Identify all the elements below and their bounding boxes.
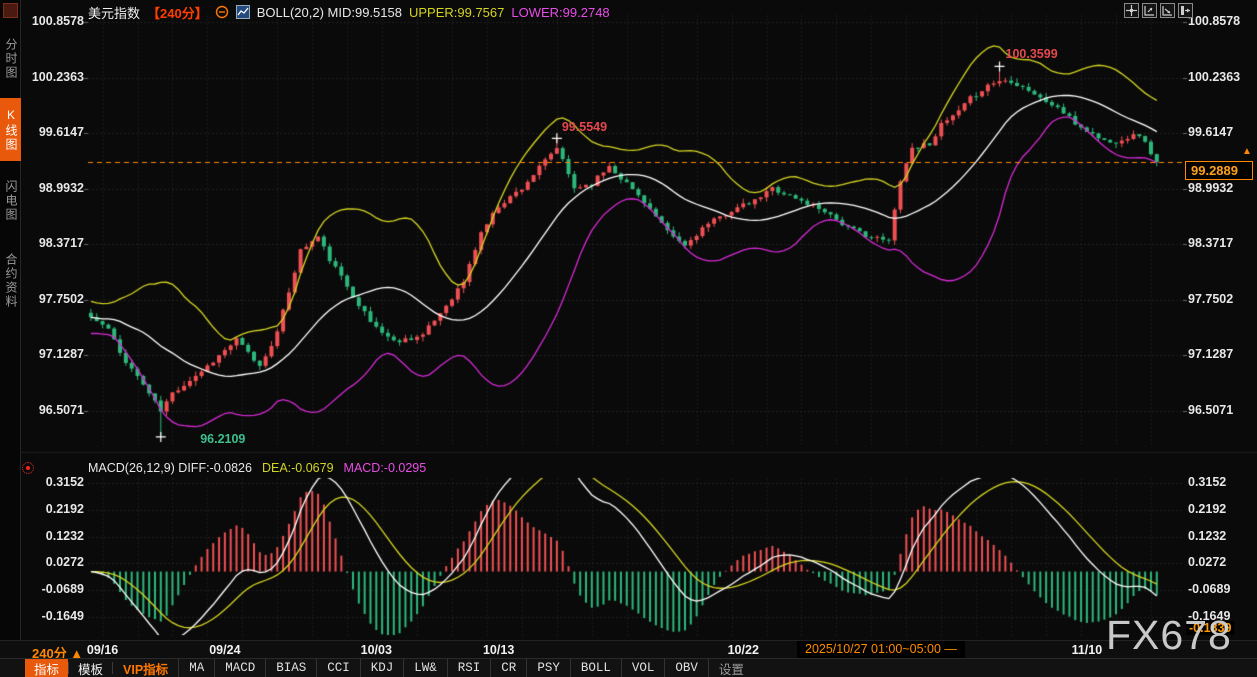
chart-window-controls [1124,3,1193,18]
current-price-box: 99.2889 [1185,161,1253,180]
toolbar-indicator-boll[interactable]: BOLL [571,659,622,677]
price-tick-left: 100.2363 [31,69,84,84]
boll-mid-value: BOLL(20,2) MID:99.5158 [256,4,402,20]
date-tick: 09/24 [209,643,241,657]
macd-macd-value: MACD:-0.0295 [343,461,427,475]
time-axis: 240分 ▲ 09/16 09/24 10/03 10/13 10/22 11/10 20… [0,640,1257,661]
toolbar-indicator-kdj[interactable]: KDJ [361,659,405,677]
toolbar-indicator-ma[interactable]: MA [179,659,216,677]
price-marker-arrow-icon: ▲ [1242,146,1252,157]
price-tick-right: 100.8578 [1188,14,1241,28]
symbol-title: 美元指数 [88,5,141,21]
price-tick-left: 97.7502 [38,291,84,306]
macd-tick-right: -0.0689 [1188,582,1231,596]
price-tick-right: 96.5071 [1188,402,1234,417]
toolbar-indicator-obv[interactable]: OBV [665,659,709,677]
period-label: 【240分】 [147,5,208,21]
price-tick-left: 96.5071 [38,402,84,417]
swing-low-label: 96.2109 [200,432,246,446]
price-tick-left: 100.8578 [31,14,84,28]
toolbar-indicator-bias[interactable]: BIAS [266,659,318,677]
crosshair-icon[interactable] [1124,3,1139,18]
toolbar-tab-templates[interactable]: 模板 [69,659,112,677]
price-tick-right: 97.1287 [1188,347,1234,361]
macd-tick-left: 0.0272 [45,555,84,570]
macd-tick-left: 0.1232 [45,528,84,543]
zoom-out-axis-icon[interactable] [1160,3,1175,18]
price-tick-left: 99.6147 [38,125,84,139]
price-tick-left: 97.1287 [38,347,84,361]
sidebar-tab-1[interactable]: 分时图 [0,27,21,90]
swing-high-label: 99.5549 [561,120,608,134]
macd-tick-left: -0.0689 [41,582,84,596]
date-tick: 09/16 [86,643,119,657]
toolbar-indicator-cr[interactable]: CR [491,659,528,677]
toolbar-indicator-vol[interactable]: VOL [622,659,666,677]
macd-pane-settings-icon[interactable] [22,462,34,474]
toolbar-indicator-psy[interactable]: PSY [527,659,571,677]
price-tick-left: 98.9932 [38,180,84,195]
macd-tick-right: 0.0272 [1188,555,1227,570]
date-tick: 10/13 [482,643,515,657]
collapse-pane-icon[interactable] [215,5,229,19]
kline-macd-canvas[interactable] [0,0,1257,677]
selected-candle-time-box: 2025/10/27 01:00~05:00 — [797,641,965,659]
mini-chart-icon[interactable] [235,5,250,19]
boll-upper-value: UPPER:99.7567 [408,4,505,20]
price-tick-right: 98.9932 [1188,180,1234,195]
chart-application: 分时图 K线图闪电图合约资料 美元指数 【240分】 BOLL(20,2) MID… [0,0,1257,677]
fx678-watermark: FX678 [1106,612,1232,658]
boll-lower-value: LOWER:99.2748 [511,4,610,20]
date-tick: 10/22 [727,643,759,657]
price-tick-right: 97.7502 [1188,291,1234,306]
macd-tick-right: 0.3152 [1188,475,1227,489]
macd-tick-left: 0.2192 [45,501,84,516]
toolbar-indicator-rsi[interactable]: RSI [448,659,492,677]
price-tick-right: 99.6147 [1188,125,1234,139]
sidebar: 分时图 K线图闪电图合约资料 [0,0,21,640]
macd-tick-left: 0.3152 [45,475,84,489]
toolbar-indicator-lw[interactable]: LW& [404,659,448,677]
macd-diff-value: MACD(26,12,9) DIFF:-0.0826 [88,461,252,475]
indicator-toolbar: 指标 模板 VIP指标 MA MACD BIAS CCI KDJ LW& RSI CR PSY BOLL… [0,658,1257,677]
date-tick: 10/03 [360,643,392,657]
side-panel-icon[interactable] [1178,3,1193,18]
toolbar-tab-indicators[interactable]: 指标 [25,659,69,677]
app-logo-icon [3,3,18,18]
macd-tick-left: -0.1649 [41,608,84,623]
chart-header: 美元指数 【240分】 BOLL(20,2) MID:99.5158 UPPER… [88,3,610,21]
toolbar-settings[interactable]: 设置 [709,659,754,677]
sidebar-tab-4[interactable]: 合约资料 [0,240,21,322]
toolbar-indicator-cci[interactable]: CCI [317,659,361,677]
toolbar-indicator-macd[interactable]: MACD [215,659,267,677]
date-tick: 11/10 [1071,643,1103,657]
macd-dea-value: DEA:-0.0679 [261,461,334,475]
toolbar-vip-indicators[interactable]: VIP指标 [113,659,180,677]
zoom-in-axis-icon[interactable] [1142,3,1157,18]
price-tick-right: 98.3717 [1188,236,1234,250]
macd-tick-right: 0.1232 [1188,528,1227,543]
peak-high-label: 100.3599 [1005,47,1058,61]
sidebar-tab-3[interactable]: 闪电图 [0,169,21,232]
macd-tick-right: 0.2192 [1188,501,1227,516]
sidebar-tab-2[interactable]: K线图 [0,98,21,161]
price-tick-right: 100.2363 [1188,69,1241,84]
price-tick-left: 98.3717 [38,236,84,250]
macd-header: MACD(26,12,9) DIFF:-0.0826 DEA:-0.0679 M… [88,461,426,475]
